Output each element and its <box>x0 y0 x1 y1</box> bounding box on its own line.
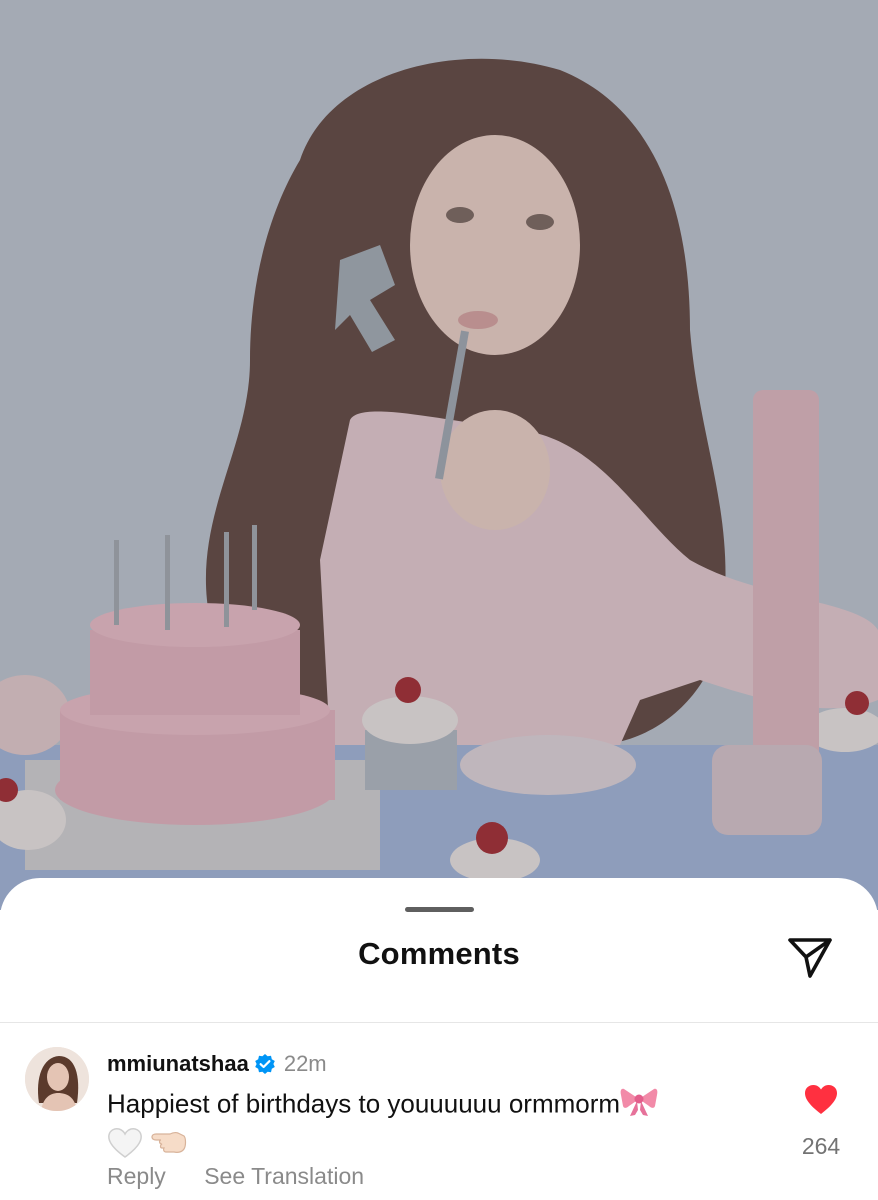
like-count: 264 <box>801 1133 841 1159</box>
heart-icon <box>805 1085 837 1114</box>
comment-actions: Reply See Translation <box>107 1163 364 1190</box>
see-translation-button[interactable]: See Translation <box>204 1163 364 1189</box>
pointing-left-hand-emoji <box>150 1128 188 1167</box>
ribbon-emoji <box>620 1084 658 1127</box>
reply-button[interactable]: Reply <box>107 1163 166 1189</box>
background-photo <box>0 0 878 910</box>
avatar[interactable] <box>25 1047 89 1111</box>
sheet-grabber[interactable] <box>405 907 474 912</box>
like-button[interactable] <box>804 1084 838 1116</box>
comment-header: mmiunatshaa 22m <box>107 1049 327 1079</box>
comments-sheet: Comments mmiunatshaa 22m Happiest of bir… <box>0 878 878 1200</box>
header-divider <box>0 1022 878 1023</box>
paper-plane-icon <box>788 938 832 978</box>
white-heart-emoji <box>107 1127 143 1168</box>
comment-text: Happiest of birthdays to youuuuuu ormmor… <box>107 1088 621 1119</box>
share-button[interactable] <box>786 936 834 980</box>
sheet-title: Comments <box>358 936 520 971</box>
username[interactable]: mmiunatshaa <box>107 1051 249 1077</box>
verified-badge-icon <box>254 1053 276 1075</box>
comment-body: Happiest of birthdays to youuuuuu ormmor… <box>107 1084 767 1168</box>
comment-timestamp: 22m <box>283 1051 327 1076</box>
